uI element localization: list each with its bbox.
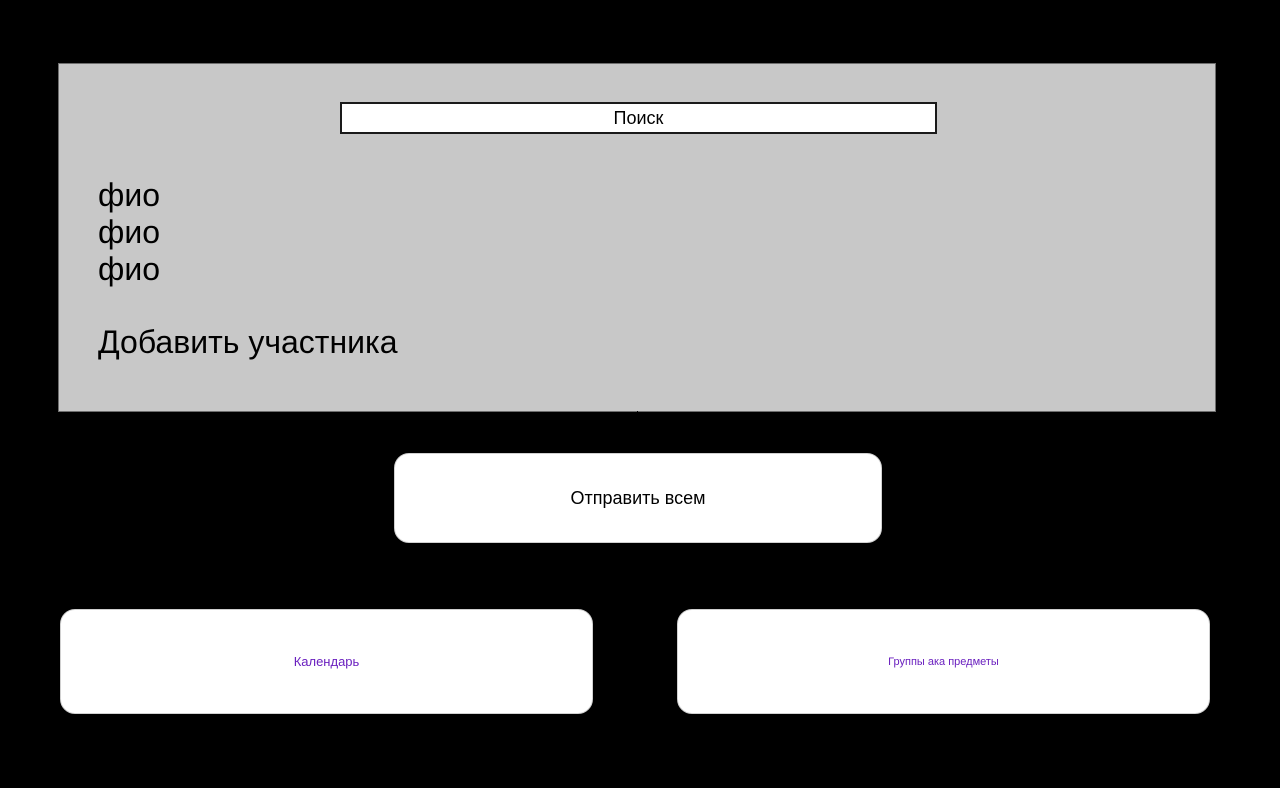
- member-item[interactable]: фио: [98, 177, 160, 214]
- members-panel: фио фио фио Добавить участника: [58, 63, 1216, 412]
- member-item[interactable]: фио: [98, 214, 160, 251]
- add-member-button[interactable]: Добавить участника: [98, 324, 397, 361]
- screen: фио фио фио Добавить участника Отправить…: [0, 0, 1280, 788]
- send-to-all-button[interactable]: Отправить всем: [394, 453, 882, 543]
- search-input[interactable]: [340, 102, 937, 134]
- groups-button[interactable]: Группы ака предметы: [677, 609, 1210, 714]
- member-item[interactable]: фио: [98, 251, 160, 288]
- calendar-button[interactable]: Календарь: [60, 609, 593, 714]
- member-list: фио фио фио: [98, 177, 160, 288]
- panel-divider-mark-bottom: [637, 411, 638, 414]
